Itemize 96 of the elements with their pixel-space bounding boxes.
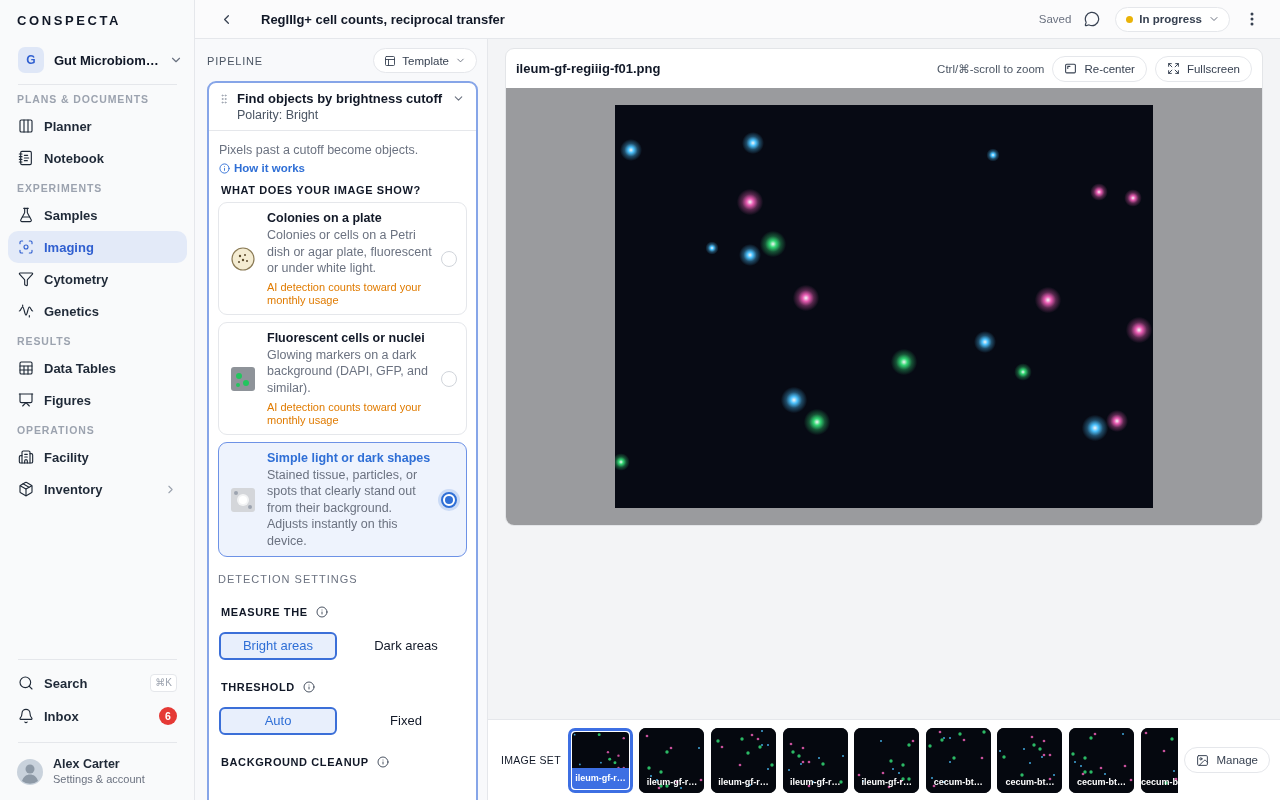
- segment-option[interactable]: Auto: [219, 706, 337, 735]
- thumbnail-image-drawing: [997, 727, 1063, 793]
- user-avatar-icon: [17, 758, 43, 785]
- panel-heading: PIPELINE: [207, 53, 263, 69]
- inbox-button[interactable]: Inbox 6: [8, 700, 187, 732]
- section-heading: EXPERIMENTS: [17, 181, 103, 196]
- shortcut-hint: ⌘K: [150, 674, 177, 692]
- file-name: ileum-gf-regiiig-f01.png: [516, 61, 661, 76]
- image-thumbnail[interactable]: cecum-bt…: [925, 727, 991, 793]
- setting-label: THRESHOLD: [221, 679, 295, 695]
- kebab-menu-icon: [1250, 12, 1254, 26]
- petri-dish-icon: [231, 246, 255, 271]
- section-heading: RESULTS: [17, 334, 72, 349]
- building-icon: [18, 449, 34, 465]
- focus-frame-icon: [18, 239, 34, 255]
- workspace-avatar: G: [18, 47, 44, 73]
- image-thumbnail[interactable]: ileum-gf-r…: [567, 727, 633, 793]
- thumbnail-image-drawing: [571, 731, 629, 768]
- columns-icon: [18, 118, 34, 134]
- table-icon: [18, 360, 34, 376]
- box-icon: [18, 481, 34, 497]
- search-button[interactable]: Search ⌘K: [8, 667, 187, 699]
- info-icon: [302, 680, 315, 693]
- help-link[interactable]: How it works: [219, 159, 305, 177]
- cells-tile-icon: [231, 366, 255, 391]
- manage-button[interactable]: Manage: [1184, 747, 1270, 773]
- segment-option[interactable]: Fixed: [347, 706, 465, 735]
- page-title: RegIIIg+ cell counts, reciprocal transfer: [261, 11, 505, 27]
- bell-icon: [18, 708, 34, 724]
- setting-label: BACKGROUND CLEANUP: [221, 754, 369, 770]
- question-heading: WHAT DOES YOUR IMAGE SHOW?: [221, 183, 421, 198]
- nav-item[interactable]: Samples: [8, 199, 187, 231]
- segment-option[interactable]: Bright areas: [219, 631, 337, 660]
- thumbnail-image-drawing: [925, 727, 991, 793]
- image-thumbnail[interactable]: ileum-gf-r…: [639, 727, 705, 793]
- drag-handle-icon: [218, 92, 230, 105]
- wave-icon: [18, 303, 34, 319]
- nav-item[interactable]: Genetics: [8, 295, 187, 327]
- thumbnail-image-drawing: [854, 727, 920, 793]
- nav-item[interactable]: Figures: [8, 384, 187, 416]
- chat-bubble-icon: [1084, 11, 1101, 27]
- count-badge: 6: [159, 707, 177, 725]
- image-set-label: IMAGE SET: [501, 753, 561, 768]
- step-description: Pixels past a cutoff become objects.: [219, 142, 419, 159]
- nav-item[interactable]: Notebook: [8, 142, 187, 174]
- workspace-switcher[interactable]: G Gut Microbiom…: [8, 44, 187, 76]
- option-card[interactable]: Simple light or dark shapes Stained tissue, particles, or spots that clearly stand out from their background. Adjusts instantly on this device.: [218, 441, 467, 557]
- thumbnail-image-drawing: [782, 727, 848, 793]
- nav-item[interactable]: Inventory: [8, 473, 187, 505]
- thumbnail-image-drawing: [639, 727, 705, 793]
- thumbnail-image-drawing: [711, 727, 777, 793]
- template-button[interactable]: Template: [373, 48, 477, 73]
- image-thumbnail[interactable]: ileum-gf-r…: [711, 727, 777, 793]
- bright-spot-icon: [231, 487, 255, 512]
- section-heading: PLANS & DOCUMENTS: [17, 92, 149, 107]
- thumbnail-image-drawing: [1069, 727, 1135, 793]
- image-thumbnail[interactable]: ileum-gf-r…: [782, 727, 848, 793]
- funnel-icon: [18, 271, 34, 287]
- segment-option[interactable]: Dark areas: [347, 631, 465, 660]
- image-thumbnail[interactable]: cecum-bt…: [997, 727, 1063, 793]
- nav-item[interactable]: Planner: [8, 110, 187, 142]
- presentation-icon: [18, 392, 34, 408]
- info-icon: [219, 162, 230, 174]
- option-card[interactable]: Fluorescent cells or nuclei Glowing markers on a dark background (DAPI, GFP, and similar). AI detection counts toward your monthly usage: [218, 321, 467, 435]
- frame-icon: [1064, 62, 1078, 75]
- account-button[interactable]: Alex Carter Settings & account: [8, 757, 154, 786]
- nav-item[interactable]: Imaging: [8, 231, 187, 263]
- layout-icon: [384, 54, 397, 67]
- radio-button[interactable]: [441, 491, 457, 508]
- fullscreen-button[interactable]: Fullscreen: [1154, 55, 1252, 82]
- status-dot: [1126, 15, 1134, 23]
- save-status: Saved: [1038, 13, 1072, 25]
- section-heading: DETECTION SETTINGS: [218, 571, 358, 586]
- flask-icon: [18, 207, 34, 223]
- image-thumbnail[interactable]: ileum-gf-r…: [854, 727, 920, 793]
- expand-icon: [1166, 62, 1180, 75]
- nav-item[interactable]: Data Tables: [8, 352, 187, 384]
- recenter-button[interactable]: Re-center: [1052, 55, 1147, 82]
- setting-label: MEASURE THE: [221, 604, 308, 620]
- status-dropdown[interactable]: In progress: [1115, 6, 1230, 32]
- image-thumbnail[interactable]: cecum-b: [1140, 727, 1179, 793]
- info-icon: [376, 755, 389, 768]
- nav-item[interactable]: Cytometry: [8, 263, 187, 295]
- step-title: Find objects by brightness cutoff: [237, 90, 443, 107]
- zoom-hint: Ctrl/⌘-scroll to zoom: [937, 61, 1045, 76]
- option-card[interactable]: Colonies on a plate Colonies or cells on a Petri dish or agar plate, fluorescent or under white light. AI detection counts toward your monthly usage: [218, 202, 467, 315]
- step-subtitle: Polarity: Bright: [237, 107, 319, 124]
- brand-name: CONSPECTA: [17, 14, 122, 28]
- thumbnail-image-drawing: [1140, 727, 1179, 793]
- section-heading: OPERATIONS: [17, 423, 95, 438]
- image-thumbnail[interactable]: cecum-bt…: [1069, 727, 1135, 793]
- notebook-icon: [18, 150, 34, 166]
- search-icon: [18, 675, 34, 691]
- nav-item[interactable]: Facility: [8, 441, 187, 473]
- image-icon: [1196, 753, 1210, 767]
- info-icon: [315, 605, 328, 618]
